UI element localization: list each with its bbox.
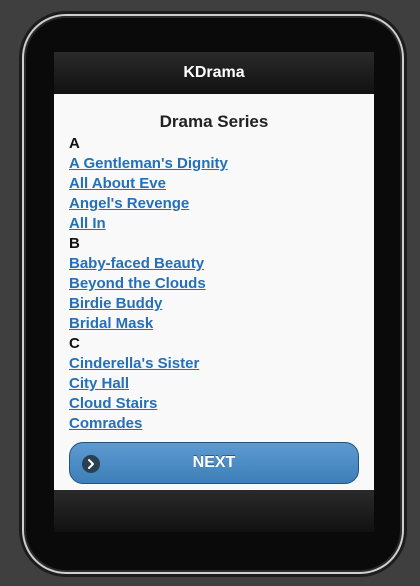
next-button[interactable]: NEXT: [69, 442, 359, 484]
list-item[interactable]: Angel's Revenge: [69, 194, 359, 214]
group-letter-b: B: [69, 235, 80, 252]
list-item[interactable]: Beyond the Clouds: [69, 274, 359, 294]
group-letter-c: C: [69, 335, 80, 352]
arrow-right-icon: [82, 455, 100, 473]
content-area: Drama Series A A Gentleman's Dignity All…: [54, 94, 374, 490]
page-title: Drama Series: [159, 112, 269, 131]
list-item[interactable]: All In: [69, 214, 359, 234]
list-item[interactable]: All About Eve: [69, 174, 359, 194]
header-bar: KDrama: [54, 52, 374, 94]
list-item[interactable]: Comrades: [69, 414, 359, 434]
list-item[interactable]: Cinderella's Sister: [69, 354, 359, 374]
list-item[interactable]: A Gentleman's Dignity: [69, 154, 359, 174]
list-item[interactable]: Birdie Buddy: [69, 294, 359, 314]
app-screen: KDrama Drama Series A A Gentleman's Dign…: [54, 52, 374, 532]
group-letter-a: A: [69, 135, 80, 152]
next-button-label: NEXT: [192, 454, 236, 471]
list-item[interactable]: Bridal Mask: [69, 314, 359, 334]
list-item[interactable]: City Hall: [69, 374, 359, 394]
list-item[interactable]: Cloud Stairs: [69, 394, 359, 414]
list-item[interactable]: Baby-faced Beauty: [69, 254, 359, 274]
app-title: KDrama: [183, 64, 245, 81]
footer-bar: [54, 490, 374, 532]
